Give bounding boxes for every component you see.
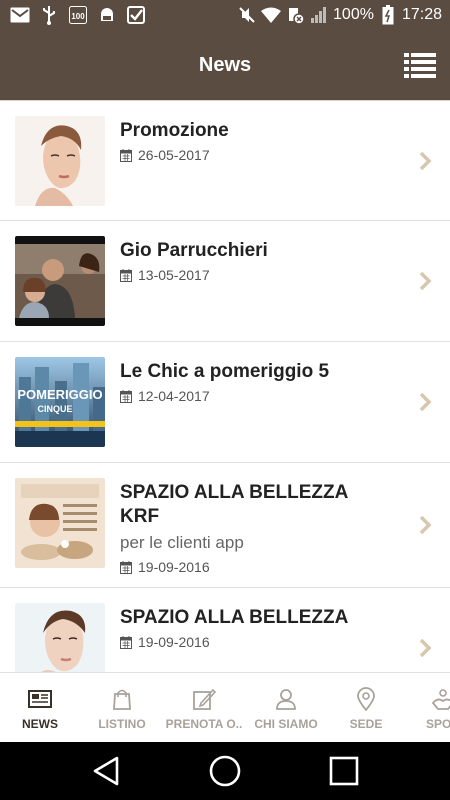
- recents-button[interactable]: [326, 753, 362, 789]
- news-date-text: 13-05-2017: [138, 267, 210, 283]
- android-nav-bar: [0, 742, 450, 800]
- thumbnail-text-pomeriggio: POMERIGGIO: [17, 387, 102, 402]
- news-date-text: 19-09-2016: [138, 634, 210, 650]
- wifi-icon: [261, 5, 282, 25]
- recents-icon: [329, 756, 359, 786]
- status-bar: 100 100% 17:28: [0, 0, 450, 31]
- tab-sede[interactable]: SEDE: [326, 673, 406, 742]
- list-menu-icon: [404, 53, 436, 78]
- news-item-le-chic[interactable]: POMERIGGIO CINQUE Le Chic a pomeriggio 5…: [0, 342, 450, 463]
- news-title: SPAZIO ALLA BELLEZZA KRF: [120, 482, 348, 527]
- calendar-icon: [120, 148, 132, 162]
- map-pin-icon: [357, 687, 375, 711]
- shopping-bag-icon: [113, 689, 131, 710]
- thumbnail-text-cinque: CINQUE: [37, 404, 72, 414]
- news-title: Le Chic a pomeriggio 5: [120, 361, 330, 382]
- news-date: 12-04-2017: [120, 388, 210, 404]
- signal-icon: [309, 5, 329, 25]
- tab-spon[interactable]: SPON: [403, 673, 450, 742]
- check-icon: [126, 5, 146, 25]
- tab-prenota[interactable]: PRENOTA O..: [164, 673, 244, 742]
- back-button[interactable]: [88, 753, 124, 789]
- edit-icon: [193, 688, 217, 710]
- back-icon: [93, 756, 119, 786]
- news-thumbnail-face: [15, 116, 105, 206]
- news-date-text: 19-09-2016: [138, 559, 210, 575]
- news-item-promozione[interactable]: Promozione 26-05-2017: [0, 101, 450, 221]
- calendar-icon: [120, 635, 132, 649]
- battery-icon: [378, 5, 398, 25]
- status-bar-left: 100: [10, 5, 146, 25]
- chevron-right-icon: [419, 392, 432, 412]
- news-date-text: 26-05-2017: [138, 147, 210, 163]
- calendar-icon: [120, 268, 132, 282]
- news-title: Promozione: [120, 120, 229, 141]
- news-thumbnail-spa: [15, 478, 105, 568]
- tab-label: CHI SIAMO: [254, 717, 318, 731]
- tab-news[interactable]: NEWS: [0, 673, 80, 742]
- bottom-tab-bar: NEWS LISTINO PRENOTA O.. CHI SIAMO SEDE …: [0, 672, 450, 742]
- news-item-gio-parrucchieri[interactable]: Gio Parrucchieri 13-05-2017: [0, 221, 450, 342]
- home-button[interactable]: [207, 753, 243, 789]
- person-icon: [276, 689, 296, 710]
- news-title: Gio Parrucchieri: [120, 240, 268, 261]
- gmail-icon: [10, 5, 30, 25]
- tab-label: PRENOTA O..: [165, 717, 243, 731]
- hands-icon: [431, 689, 450, 710]
- calendar-icon: [120, 389, 132, 403]
- data-saver-icon: [285, 5, 305, 25]
- clock: 17:28: [401, 6, 442, 23]
- chevron-right-icon: [419, 515, 432, 535]
- app-100-icon: 100: [68, 5, 88, 25]
- tab-label: SEDE: [349, 717, 383, 731]
- newspaper-icon: [28, 690, 52, 708]
- app-bar: News: [0, 31, 450, 100]
- svg-text:100: 100: [71, 12, 85, 21]
- news-item-spazio-krf[interactable]: SPAZIO ALLA BELLEZZA KRF per le clienti …: [0, 463, 450, 588]
- calendar-icon: [120, 560, 132, 574]
- chevron-right-icon: [419, 271, 432, 291]
- news-date-text: 12-04-2017: [138, 388, 210, 404]
- list-menu-button[interactable]: [404, 50, 436, 78]
- page-title: News: [198, 54, 252, 76]
- news-date: 26-05-2017: [120, 147, 210, 163]
- news-title: SPAZIO ALLA BELLEZZA: [120, 607, 349, 628]
- tab-chi-siamo[interactable]: CHI SIAMO: [246, 673, 326, 742]
- tab-label: SPON: [425, 717, 450, 731]
- android-debug-icon: [97, 5, 117, 25]
- usb-icon: [39, 5, 59, 25]
- news-item-spazio[interactable]: SPAZIO ALLA BELLEZZA 19-09-2016: [0, 588, 450, 672]
- battery-percent: 100%: [333, 6, 374, 23]
- tab-listino[interactable]: LISTINO: [82, 673, 162, 742]
- news-date: 19-09-2016: [120, 559, 210, 575]
- news-thumbnail-salon: [15, 236, 105, 326]
- tab-label: NEWS: [22, 717, 58, 731]
- news-date: 19-09-2016: [120, 634, 210, 650]
- home-icon: [209, 755, 241, 787]
- news-list: Promozione 26-05-2017 Gio Parrucchieri 1…: [0, 100, 450, 672]
- status-bar-right: 100% 17:28: [237, 5, 442, 25]
- tab-label: LISTINO: [98, 717, 146, 731]
- news-date: 13-05-2017: [120, 267, 210, 283]
- news-subtitle: per le clienti app: [120, 533, 244, 552]
- chevron-right-icon: [419, 151, 432, 171]
- news-thumbnail-pomeriggio: POMERIGGIO CINQUE: [15, 357, 105, 447]
- chevron-right-icon: [419, 638, 432, 658]
- news-thumbnail-face-2: [15, 603, 105, 672]
- mute-icon: [237, 5, 257, 25]
